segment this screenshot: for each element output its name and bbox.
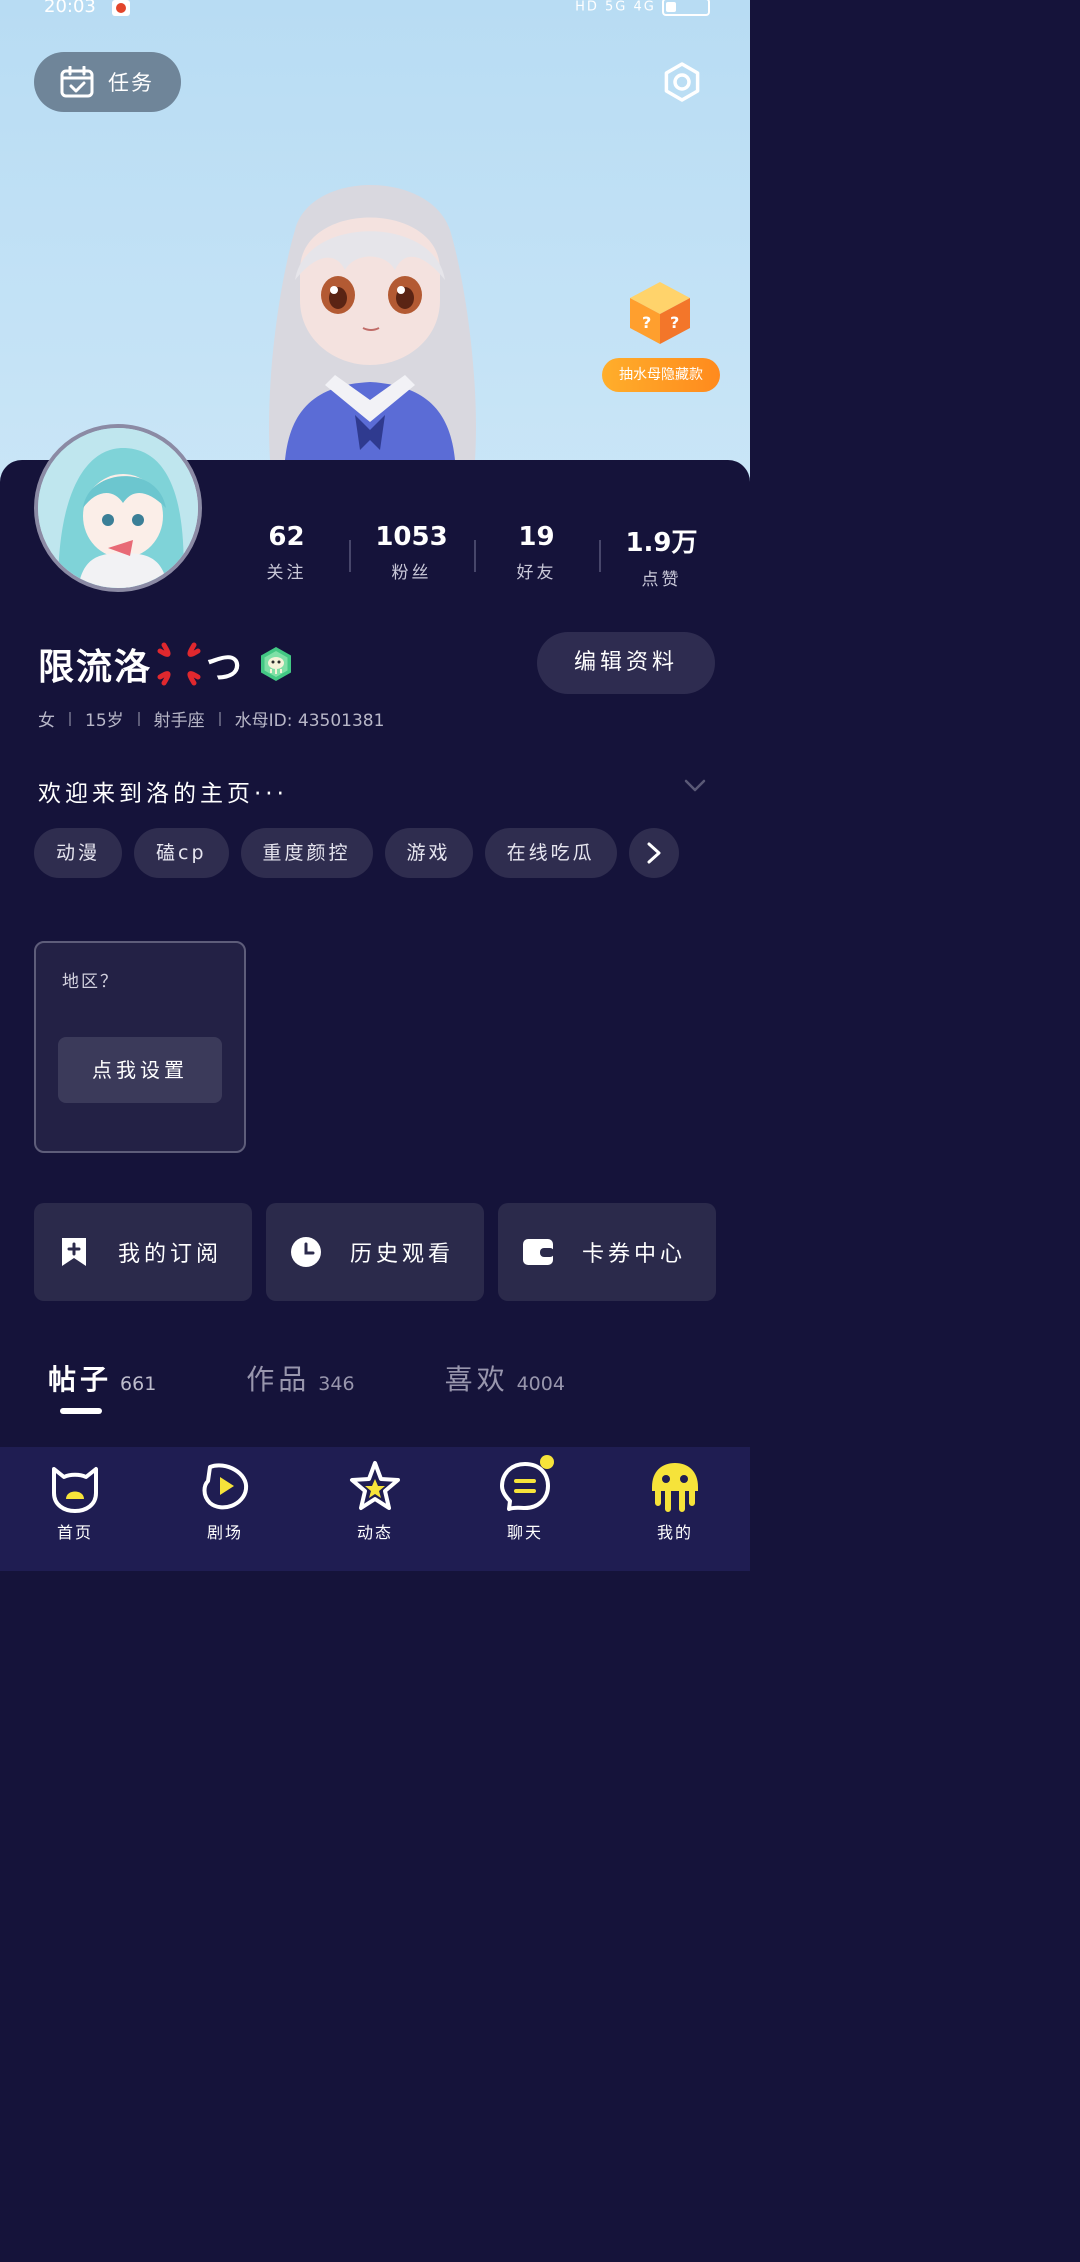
profile-meta: 女 15岁 射手座 水母ID: 43501381 [38,706,384,731]
status-time: 20:03 [44,0,96,17]
nav-label: 首页 [56,1523,93,1542]
tab-posts[interactable]: 帖子 661 [48,1358,157,1414]
coupon-center-button[interactable]: 卡券中心 [498,1203,716,1301]
nav-feed[interactable]: 动态 [300,1447,450,1571]
meta-divider [218,711,221,726]
tab-count: 346 [318,1373,355,1395]
region-question: 地区？ [62,972,119,992]
quick-action-label: 卡券中心 [582,1242,687,1267]
tag-chip[interactable]: 磕cp [134,828,229,878]
mystery-box-icon: ? ? [630,282,690,344]
tag-chip[interactable]: 动漫 [34,828,123,878]
stat-label: 点赞 [641,570,682,590]
profile-stats: 62 关注 1053 粉丝 19 好友 1.9万 点赞 [224,522,724,592]
nav-label: 剧场 [206,1523,243,1542]
stat-label: 粉丝 [391,563,432,583]
subscription-button[interactable]: 我的订阅 [34,1203,252,1301]
app-notification-icon [112,0,130,16]
bookmark-plus-icon [62,1238,86,1266]
stat-value: 1053 [375,522,448,552]
tab-works[interactable]: 作品 346 [246,1358,354,1398]
svg-text:?: ? [642,313,651,332]
calendar-check-icon [60,66,94,98]
edit-profile-button[interactable]: 编辑资料 [537,632,715,694]
profile-name: 限流洛 つ [38,638,294,690]
jellyfish-badge-icon [261,647,292,681]
meta-divider [69,711,71,726]
history-button[interactable]: 历史观看 [266,1203,484,1301]
tab-label: 帖子 [48,1363,113,1396]
meta-divider [137,711,140,726]
3d-avatar-character[interactable] [255,160,485,460]
content-tabs: 帖子 661 作品 346 喜欢 4004 [48,1358,655,1414]
stat-value: 1.9万 [625,528,698,558]
nav-me[interactable]: 我的 [600,1447,750,1571]
name-text-1: 限流洛 [38,647,153,688]
quick-action-label: 历史观看 [350,1242,455,1267]
status-bar: 20:03 HD 5G 4G [0,0,750,22]
active-tab-indicator [60,1408,102,1414]
task-button[interactable]: 任务 [34,52,181,112]
meta-zodiac: 射手座 [153,711,205,731]
quick-action-label: 我的订阅 [118,1242,223,1267]
stat-friends[interactable]: 19 好友 [474,522,599,592]
task-label: 任务 [108,71,154,95]
jellyfish-icon [652,1463,698,1512]
bottom-navigation: 首页 剧场 动态 聊天 我的 [0,1447,750,1571]
settings-gear-icon[interactable] [662,62,702,102]
chevron-right-icon [647,842,661,864]
nav-chat[interactable]: 聊天 [450,1447,600,1571]
tag-chip[interactable]: 在线吃瓜 [484,828,617,878]
nav-label: 动态 [356,1523,393,1542]
set-region-button[interactable]: 点我设置 [58,1037,222,1103]
tag-chip[interactable]: 重度颜控 [240,828,373,878]
wallet-icon [523,1239,554,1265]
meta-age: 15岁 [85,711,124,731]
interest-tags: 动漫 磕cp 重度颜控 游戏 在线吃瓜 [34,828,691,878]
region-card: 地区？ 点我设置 [34,941,246,1153]
nav-home[interactable]: 首页 [0,1447,150,1571]
svg-text:?: ? [670,313,679,332]
name-text-2: つ [206,647,245,688]
stat-label: 关注 [266,563,307,583]
status-indicators: HD 5G 4G [575,0,710,16]
nav-label: 我的 [656,1523,693,1542]
profile-bio: 欢迎来到洛的主页··· [38,781,288,807]
blindbox-promo[interactable]: ? ? 抽水母隐藏款 [602,270,720,392]
battery-icon [662,0,710,16]
tags-more-button[interactable] [628,828,679,878]
meta-gender: 女 [38,711,55,731]
tab-count: 661 [120,1373,157,1395]
stat-value: 19 [518,522,555,552]
stat-followers[interactable]: 1053 粉丝 [349,522,474,592]
nav-theater[interactable]: 剧场 [150,1447,300,1571]
tab-count: 4004 [516,1373,565,1395]
star-icon [350,1461,400,1510]
theater-play-icon [202,1463,249,1510]
chevron-down-icon[interactable] [684,778,706,794]
tab-label: 喜欢 [444,1363,509,1396]
promo-label: 抽水母隐藏款 [602,358,720,392]
stat-label: 好友 [516,563,557,583]
tab-likes[interactable]: 喜欢 4004 [445,1358,565,1398]
quick-actions: 我的订阅 历史观看 卡券中心 [34,1203,730,1301]
notification-dot [540,1455,554,1469]
stat-likes[interactable]: 1.9万 点赞 [599,522,724,592]
tab-label: 作品 [246,1363,311,1396]
stat-following[interactable]: 62 关注 [224,522,349,592]
avatar[interactable] [34,424,202,592]
clock-icon [291,1237,321,1267]
anger-emoji-icon [157,642,201,686]
signal-text: HD 5G 4G [575,0,656,15]
meta-user-id: 水母ID: 43501381 [234,711,385,731]
home-cat-icon [52,1467,98,1513]
tag-chip[interactable]: 游戏 [384,828,473,878]
nav-label: 聊天 [506,1523,543,1542]
avatar-image [38,428,198,588]
stat-value: 62 [268,522,305,552]
